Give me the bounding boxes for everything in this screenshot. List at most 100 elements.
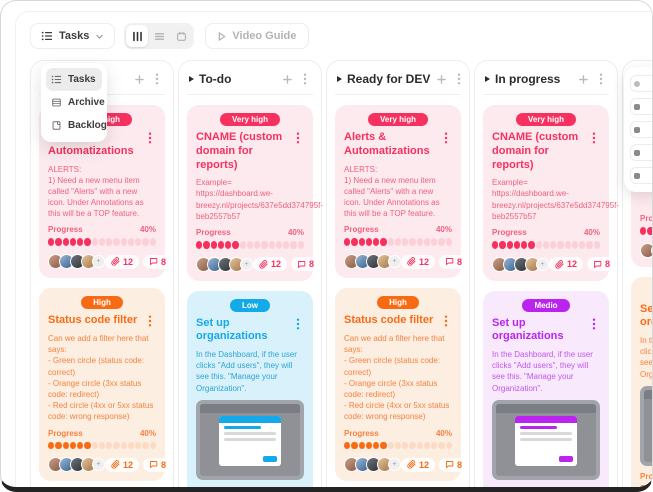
progress-value: 40% [288,486,304,492]
card-menu-button[interactable] [588,317,600,331]
card-title: CNAME (custom domain for reports) [196,131,288,172]
card-menu-button[interactable] [292,317,304,331]
progress-dot [446,238,452,246]
comments-count: 8 [457,460,462,470]
dropdown-item-backlog[interactable]: Backlog [46,114,102,137]
progress-dot [380,238,386,246]
progress-dot [247,241,253,249]
app-window: Tasks Video Guide sV [0,0,653,492]
floating-action-button[interactable] [630,75,653,92]
progress-dot [492,241,498,249]
comments-chip[interactable]: 8 [439,255,468,269]
progress-dot [48,442,54,450]
kebab-icon [152,73,162,85]
progress-dot [63,238,69,246]
progress-dot [203,241,209,249]
attachments-chip[interactable]: 12 [105,458,139,472]
task-card[interactable]: LowSet up organizationsIn the Dashboard,… [187,291,313,492]
progress-label: Progress [492,486,527,492]
add-card-button[interactable] [435,73,448,86]
avatar-extra[interactable]: + [388,255,401,268]
floating-action-button[interactable] [630,167,653,184]
progress-dot [402,442,408,450]
dropdown-item-archive[interactable]: Archive [46,91,102,114]
card-menu-button[interactable] [588,131,600,145]
progress-label: Progress [196,486,231,492]
progress-dot [438,442,444,450]
floating-action-button[interactable] [630,121,653,138]
priority-badge: High [377,296,419,309]
attachments-count: 12 [567,259,577,269]
list-view-button[interactable] [148,25,170,47]
task-card[interactable]: Very highCNAME (custom domain for report… [187,105,313,281]
video-guide-button[interactable]: Video Guide [205,23,309,49]
thumbnail-line [520,432,572,435]
progress-row: Progress40% [48,429,156,438]
progress-row: Progress40% [48,225,156,234]
avatar-extra[interactable]: + [92,458,105,471]
card-footer: +128 [48,254,156,269]
thumbnail-modal-header [515,416,577,423]
attachments-chip[interactable]: 12 [549,257,583,271]
kanban-view-button[interactable] [126,25,148,47]
card-menu-button[interactable] [144,314,156,328]
card-header: CNAME (custom domain for reports) [196,131,304,172]
calendar-view-button[interactable] [170,25,192,47]
progress-dot [106,442,112,450]
progress-dot [351,442,357,450]
column-menu-button[interactable] [453,72,465,86]
add-card-button[interactable] [577,73,590,86]
column-menu-button[interactable] [595,72,607,86]
card-menu-button[interactable] [292,131,304,145]
attachments-chip[interactable]: 12 [401,458,435,472]
attachments-chip[interactable]: 12 [105,255,139,269]
progress-dot [424,238,430,246]
dropdown-item-tasks[interactable]: Tasks [46,68,102,91]
attachments-chip[interactable]: 12 [401,255,435,269]
task-card[interactable]: HighStatus code filterCan we add a filte… [335,288,461,481]
progress-dot [373,238,379,246]
avatar-extra[interactable]: + [536,258,549,271]
comments-chip[interactable]: 8 [587,257,616,271]
thumbnail-line [224,438,276,441]
assignee-avatars: + [640,243,653,258]
progress-value: 40% [584,486,600,492]
floating-action-button[interactable] [630,98,653,115]
task-card[interactable]: Set up organizationsIn the Dashboard, if… [631,277,653,492]
card-chips: 12 8 [105,255,172,269]
avatar-extra[interactable]: + [240,258,253,271]
calendar-view-icon [176,31,187,42]
priority-badge: Very high [516,113,576,126]
progress-dot [121,238,127,246]
add-card-button[interactable] [133,73,146,86]
priority-badge-row: Medio [492,299,600,312]
tasks-dropdown-trigger[interactable]: Tasks [30,23,115,49]
avatar-extra[interactable]: + [388,458,401,471]
task-card[interactable]: HighStatus code filterCan we add a filte… [39,288,165,481]
progress-row: Progress40% [344,225,452,234]
task-card[interactable]: Very highAlerts & AutomatizationsALERTS:… [335,105,461,278]
progress-dots [344,238,452,246]
caret-right-icon [337,76,342,82]
card-description: Can we add a filter here that says: - Gr… [344,333,452,423]
add-card-button[interactable] [281,73,294,86]
comments-chip[interactable]: 8 [143,458,172,472]
comments-chip[interactable]: 8 [439,458,468,472]
comments-chip[interactable]: 8 [143,255,172,269]
card-menu-button[interactable] [144,131,156,145]
column-menu-button[interactable] [151,72,163,86]
progress-dot [388,442,394,450]
task-card[interactable]: MedioSet up organizationsIn the Dashboar… [483,291,609,492]
attachments-chip[interactable]: 12 [253,257,287,271]
card-header: Alerts & Automatizations [344,131,452,159]
floating-action-button[interactable] [630,144,653,161]
card-menu-button[interactable] [440,314,452,328]
card-description: Example= https://dashboard.we-breezy.nl/… [196,177,304,222]
card-title: Set up organizations [196,317,288,345]
column-menu-button[interactable] [299,72,311,86]
comments-chip[interactable]: 8 [291,257,320,271]
avatar-extra[interactable]: + [92,255,105,268]
task-card[interactable]: Very highCNAME (custom domain for report… [483,105,609,281]
progress-dot [380,442,386,450]
card-menu-button[interactable] [440,131,452,145]
